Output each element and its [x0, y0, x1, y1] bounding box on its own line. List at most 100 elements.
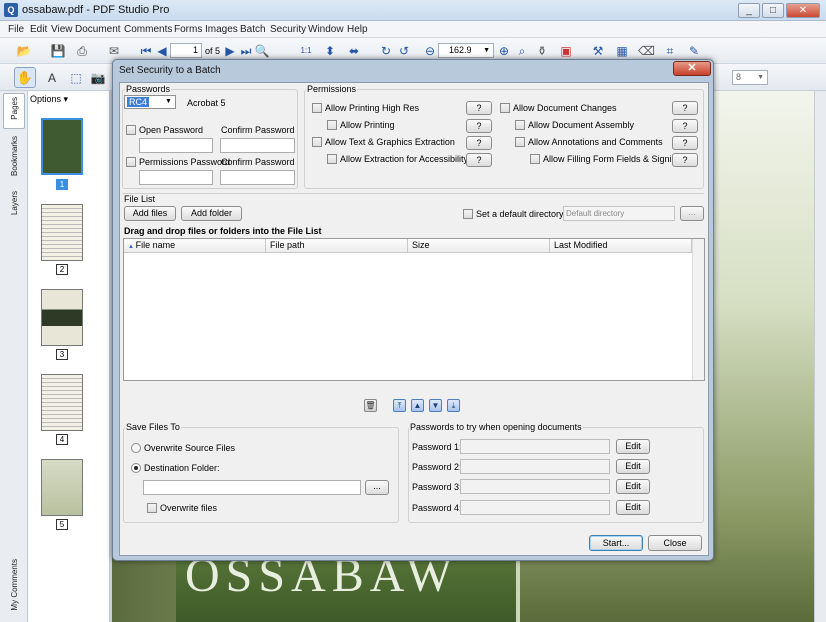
rotate-cw-icon[interactable]: ↻ — [378, 43, 394, 59]
confirm-open-password-field[interactable] — [220, 138, 295, 153]
options-menu[interactable]: Options ▾ — [30, 94, 68, 105]
thumbnail-page-1[interactable] — [41, 118, 83, 175]
rotate-ccw-icon[interactable]: ↺ — [396, 43, 412, 59]
overwrite-files-checkbox[interactable] — [147, 503, 157, 513]
edit-icon[interactable]: ✎ — [686, 43, 702, 59]
destination-folder-input[interactable] — [143, 480, 361, 495]
camera-icon[interactable]: 📷 — [90, 70, 106, 86]
menu-forms[interactable]: Forms — [174, 24, 202, 35]
table-scrollbar[interactable] — [692, 239, 704, 380]
menu-window[interactable]: Window — [308, 24, 344, 35]
zoom-in-icon[interactable]: ⊕ — [496, 43, 512, 59]
zoom-tool-icon[interactable]: 🔍 — [254, 43, 270, 59]
file-list-table[interactable]: ▲ File name File path Size Last Modified — [123, 238, 705, 381]
permissions-password-checkbox[interactable] — [126, 157, 136, 167]
encryption-select[interactable]: RC4 ▼ — [124, 95, 176, 109]
menu-security[interactable]: Security — [270, 24, 306, 35]
perm-assembly-checkbox[interactable] — [515, 120, 525, 130]
col-last-modified[interactable]: Last Modified — [550, 239, 692, 253]
zoom-select[interactable]: 162.9 ▼ — [438, 43, 494, 58]
perm-print-highres-help[interactable]: ? — [466, 101, 492, 115]
perm-doc-changes-checkbox[interactable] — [500, 103, 510, 113]
move-bottom-icon[interactable]: ⤓ — [447, 399, 460, 412]
col-file-name[interactable]: ▲ File name — [124, 239, 266, 253]
open-password-checkbox[interactable] — [126, 125, 136, 135]
perm-doc-changes-help[interactable]: ? — [672, 101, 698, 115]
perm-annotations-help[interactable]: ? — [672, 136, 698, 150]
compare-icon[interactable]: ⚒ — [590, 43, 606, 59]
perm-print-help[interactable]: ? — [466, 119, 492, 133]
stamp-icon[interactable]: ⚱ — [534, 43, 550, 59]
password-4-field[interactable] — [460, 500, 610, 515]
perm-text-extract-checkbox[interactable] — [312, 137, 322, 147]
password-4-edit-button[interactable]: Edit — [616, 500, 650, 515]
snapshot-select-icon[interactable]: ⬚ — [68, 70, 84, 86]
perm-accessibility-help[interactable]: ? — [466, 153, 492, 167]
default-directory-checkbox[interactable] — [463, 209, 473, 219]
save-icon[interactable]: 💾 — [50, 43, 66, 59]
password-1-edit-button[interactable]: Edit — [616, 439, 650, 454]
destination-browse-button[interactable]: ... — [365, 480, 389, 495]
dialog-close-button[interactable]: ✕ — [673, 61, 711, 76]
permissions-password-field[interactable] — [139, 170, 213, 185]
tab-my-comments[interactable]: My Comments — [10, 559, 19, 611]
menu-help[interactable]: Help — [347, 24, 368, 35]
menu-batch[interactable]: Batch — [240, 24, 266, 35]
menu-document[interactable]: Document — [75, 24, 121, 35]
perm-forms-checkbox[interactable] — [530, 154, 540, 164]
col-size[interactable]: Size — [408, 239, 550, 253]
password-2-field[interactable] — [460, 459, 610, 474]
add-files-button[interactable]: Add files — [124, 206, 176, 221]
first-page-icon[interactable]: ⏮ — [138, 43, 154, 59]
move-up-icon[interactable]: ▲ — [411, 399, 424, 412]
next-page-icon[interactable]: ▶ — [222, 43, 238, 59]
perm-print-checkbox[interactable] — [327, 120, 337, 130]
add-folder-button[interactable]: Add folder — [181, 206, 242, 221]
tab-bookmarks[interactable]: Bookmarks — [10, 136, 19, 176]
window-close-button[interactable]: ✕ — [786, 3, 820, 18]
last-page-icon[interactable]: ⏭ — [238, 43, 254, 59]
delete-icon[interactable]: 🗑 — [364, 399, 377, 412]
confirm-permissions-password-field[interactable] — [220, 170, 295, 185]
menu-view[interactable]: View — [51, 24, 73, 35]
password-3-field[interactable] — [460, 479, 610, 494]
perm-accessibility-checkbox[interactable] — [327, 154, 337, 164]
menu-comments[interactable]: Comments — [124, 24, 172, 35]
col-file-path[interactable]: File path — [266, 239, 408, 253]
actual-size-icon[interactable]: 1:1 — [298, 43, 314, 59]
zoom-out-icon[interactable]: ⊖ — [422, 43, 438, 59]
hand-tool-button[interactable]: ✋ — [14, 67, 36, 88]
maximize-button[interactable]: □ — [762, 3, 784, 18]
redact-icon[interactable]: ▣ — [558, 43, 574, 59]
thumbnail-page-4[interactable] — [41, 374, 83, 431]
perm-print-highres-checkbox[interactable] — [312, 103, 322, 113]
marquee-zoom-icon[interactable]: ⌕ — [514, 43, 530, 59]
fit-width-icon[interactable]: ⬌ — [346, 43, 362, 59]
open-icon[interactable]: 📂 — [16, 43, 32, 59]
start-button[interactable]: Start... — [589, 535, 643, 551]
print-icon[interactable]: ⎙ — [74, 43, 90, 59]
thumbnail-page-3[interactable] — [41, 289, 83, 346]
password-3-edit-button[interactable]: Edit — [616, 479, 650, 494]
move-down-icon[interactable]: ▼ — [429, 399, 442, 412]
menu-images[interactable]: Images — [205, 24, 238, 35]
vertical-scrollbar[interactable] — [814, 91, 826, 622]
password-1-field[interactable] — [460, 439, 610, 454]
open-password-field[interactable] — [139, 138, 213, 153]
menu-file[interactable]: File — [8, 24, 24, 35]
page-number-input[interactable]: 1 — [170, 43, 202, 58]
perm-forms-help[interactable]: ? — [672, 153, 698, 167]
perm-assembly-help[interactable]: ? — [672, 119, 698, 133]
overwrite-source-radio[interactable] — [131, 443, 141, 453]
eraser-icon[interactable]: ⌫ — [638, 43, 655, 59]
thumbnail-page-5[interactable] — [41, 459, 83, 516]
default-directory-browse[interactable]: ... — [680, 206, 704, 221]
prev-page-icon[interactable]: ◀ — [154, 43, 170, 59]
password-2-edit-button[interactable]: Edit — [616, 459, 650, 474]
perm-text-extract-help[interactable]: ? — [466, 136, 492, 150]
minimize-button[interactable]: _ — [738, 3, 760, 18]
menu-edit[interactable]: Edit — [30, 24, 47, 35]
fit-page-icon[interactable]: ⬍ — [322, 43, 338, 59]
font-size-select[interactable]: 8 ▼ — [732, 70, 768, 85]
close-button[interactable]: Close — [648, 535, 702, 551]
